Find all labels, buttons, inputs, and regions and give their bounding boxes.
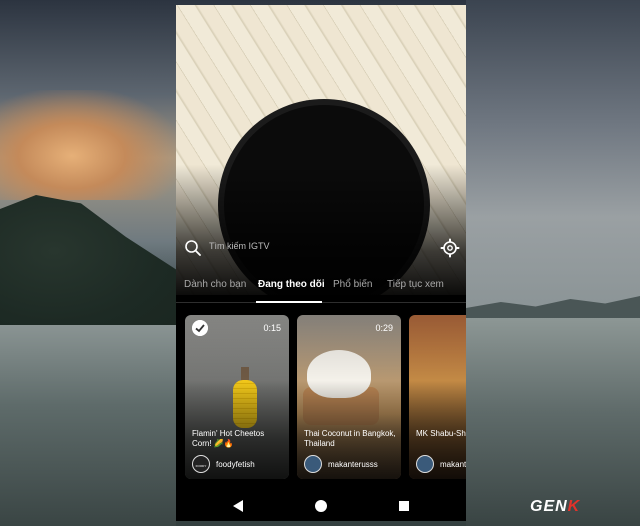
wallpaper-water-right [466, 318, 640, 526]
wallpaper-water-left [0, 325, 176, 526]
avatar[interactable]: FOODY [192, 455, 210, 473]
wallpaper-sky-right [466, 0, 640, 310]
avatar[interactable] [304, 455, 322, 473]
video-duration: 0:15 [263, 323, 281, 333]
channel-name[interactable]: makanterusss [328, 460, 378, 469]
category-tabs: Dành cho bạn Đang theo dõi Phổ biến Tiếp… [176, 273, 466, 303]
featured-video[interactable] [176, 5, 466, 295]
channel-name[interactable]: makant [440, 460, 466, 469]
watermark-logo: GENK [530, 498, 580, 516]
card-shade [409, 315, 466, 479]
back-icon[interactable] [233, 500, 243, 512]
video-title: Thai Coconut in Bangkok, Thailand [304, 429, 396, 448]
phone-screen: Tìm kiếm IGTV Dành cho bạn Đang theo dõi… [176, 5, 466, 521]
watermark-accent: K [567, 498, 581, 515]
tab-following[interactable]: Đang theo dõi [258, 279, 325, 290]
home-icon[interactable] [315, 500, 327, 512]
video-card[interactable]: MK Shabu-Sha Kong makant [409, 315, 466, 479]
video-card[interactable]: 0:29 Thai Coconut in Bangkok, Thailand m… [297, 315, 401, 479]
video-duration: 0:29 [375, 323, 393, 333]
avatar[interactable] [416, 455, 434, 473]
search-icon[interactable] [184, 239, 202, 257]
wallpaper-mountain [0, 195, 180, 335]
tab-continue-watching[interactable]: Tiếp tục xem [387, 279, 444, 290]
video-card[interactable]: 0:15 Flamin' Hot Cheetos Corn! 🌽🔥 FOODY … [185, 315, 289, 479]
wallpaper-sky-left [0, 90, 180, 200]
featured-video-overlay [176, 5, 466, 295]
watermark-text: GEN [530, 498, 568, 515]
recents-icon[interactable] [399, 501, 409, 511]
tab-popular[interactable]: Phổ biến [333, 279, 372, 290]
channel-name[interactable]: foodyfetish [216, 460, 255, 469]
search-input[interactable]: Tìm kiếm IGTV [209, 241, 270, 251]
active-tab-indicator [256, 301, 322, 303]
tab-for-you[interactable]: Dành cho bạn [184, 279, 246, 290]
avatar-text: FOODY [195, 464, 207, 468]
video-title: MK Shabu-Sha Kong [416, 429, 466, 438]
video-title: Flamin' Hot Cheetos Corn! 🌽🔥 [192, 429, 265, 448]
check-icon [192, 320, 208, 336]
gear-icon[interactable] [440, 238, 460, 258]
